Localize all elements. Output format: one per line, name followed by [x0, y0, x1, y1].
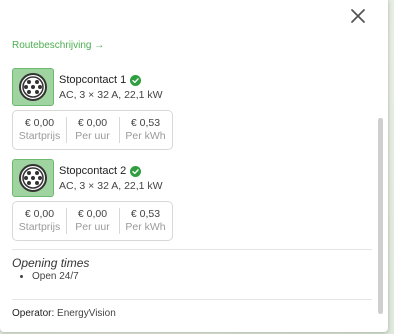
price-table: € 0,00 Startprijs € 0,00 Per uur € 0,53 …: [12, 201, 173, 241]
price-value: € 0,53: [130, 117, 161, 129]
section-divider: [12, 299, 372, 300]
price-value: € 0,00: [24, 208, 55, 220]
connector-name: Stopcontact 2: [59, 165, 127, 177]
connector-card: Stopcontact 1 AC, 3 × 32 A, 22,1 kW € 0,…: [12, 68, 362, 150]
price-value: € 0,00: [24, 117, 55, 129]
section-divider: [12, 249, 372, 250]
charging-station-panel: Routebeschrijving → Stopcontact 1 AC, 3 …: [0, 0, 388, 332]
price-hour: € 0,00 Per uur: [66, 202, 119, 240]
price-table: € 0,00 Startprijs € 0,00 Per uur € 0,53 …: [12, 110, 173, 150]
opening-times-list: Open 24/7: [32, 271, 79, 282]
price-label: Per kWh: [125, 130, 166, 142]
opening-times-heading: Opening times: [12, 256, 90, 270]
price-label: Per kWh: [125, 221, 166, 233]
connector-card: Stopcontact 2 AC, 3 × 32 A, 22,1 kW € 0,…: [12, 159, 362, 241]
price-value: € 0,53: [130, 208, 161, 220]
connector-spec: AC, 3 × 32 A, 22,1 kW: [59, 89, 163, 101]
price-start: € 0,00 Startprijs: [13, 202, 66, 240]
price-value: € 0,00: [77, 117, 108, 129]
price-kwh: € 0,53 Per kWh: [119, 202, 172, 240]
close-button[interactable]: [348, 6, 368, 26]
check-circle-icon: [130, 74, 142, 86]
connector-title: Stopcontact 2: [59, 165, 142, 177]
route-link[interactable]: Routebeschrijving →: [12, 40, 104, 51]
connector-spec: AC, 3 × 32 A, 22,1 kW: [59, 180, 163, 192]
connector-type2-icon: [12, 68, 54, 106]
price-value: € 0,00: [77, 208, 108, 220]
price-label: Per uur: [75, 221, 110, 233]
connector-name: Stopcontact 1: [59, 74, 127, 86]
operator-label: Operator:: [12, 308, 55, 319]
check-circle-icon: [130, 165, 142, 177]
price-label: Per uur: [75, 130, 110, 142]
operator-line: Operator: EnergyVision: [12, 308, 116, 319]
price-kwh: € 0,53 Per kWh: [119, 111, 172, 149]
price-start: € 0,00 Startprijs: [13, 111, 66, 149]
close-icon: [351, 9, 365, 23]
connector-type2-icon: [12, 159, 54, 197]
scrollbar-thumb[interactable]: [378, 118, 383, 314]
connector-title: Stopcontact 1: [59, 74, 142, 86]
price-hour: € 0,00 Per uur: [66, 111, 119, 149]
operator-name: EnergyVision: [57, 308, 116, 319]
price-label: Startprijs: [18, 221, 61, 233]
price-label: Startprijs: [18, 130, 61, 142]
list-item: Open 24/7: [32, 271, 79, 282]
